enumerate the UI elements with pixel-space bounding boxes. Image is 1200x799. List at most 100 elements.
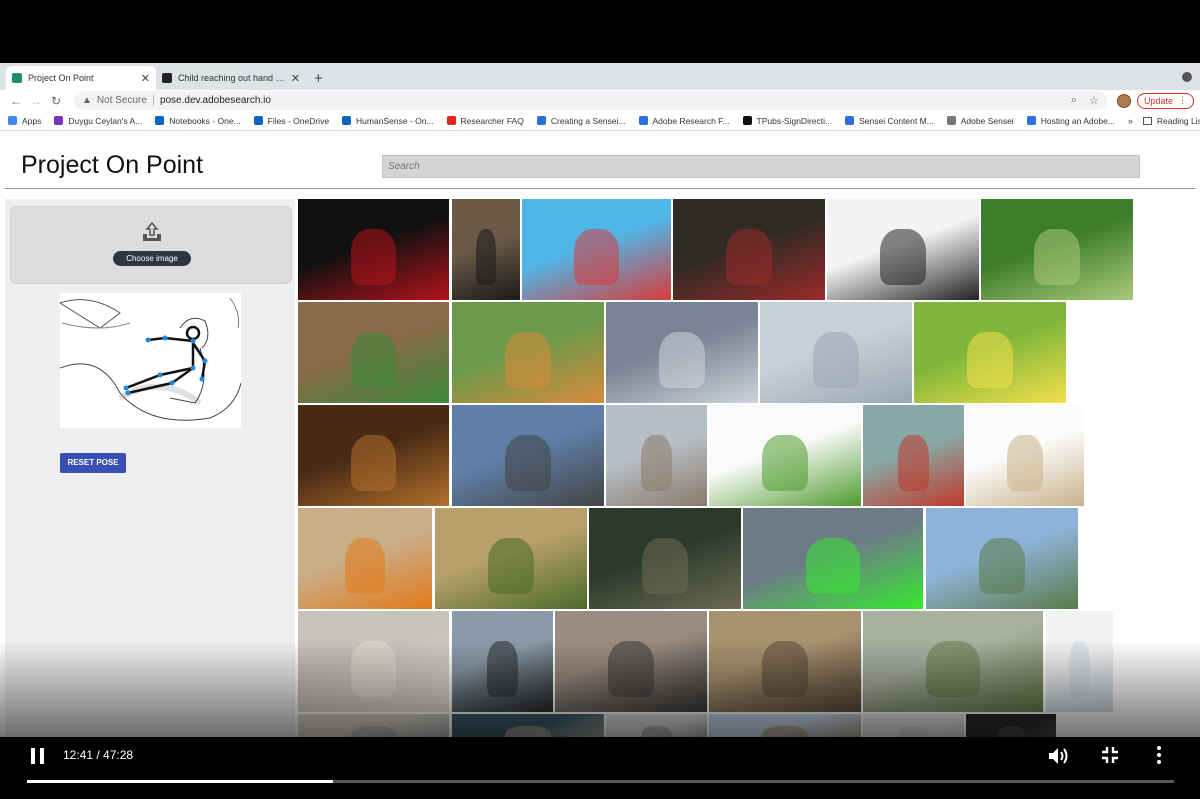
bookmark-icon — [155, 116, 165, 125]
bookmark-icon — [446, 116, 456, 125]
bookmark-star-icon[interactable]: ☆ — [1089, 94, 1099, 107]
bookmark-item[interactable]: Duygu Ceylan's A... — [54, 116, 142, 126]
bookmark-icon — [742, 116, 752, 125]
result-image[interactable] — [452, 302, 604, 403]
person-figure — [806, 538, 860, 594]
person-figure — [475, 229, 497, 285]
url-text[interactable]: pose.dev.adobesearch.io — [160, 95, 1071, 106]
forward-icon[interactable]: → — [26, 94, 46, 108]
reset-pose-button[interactable]: RESET POSE — [60, 453, 126, 473]
back-icon[interactable]: ← — [6, 94, 26, 108]
bookmarks-overflow-icon[interactable]: » — [1128, 116, 1133, 126]
result-image[interactable] — [827, 199, 979, 300]
bookmark-item[interactable]: Researcher FAQ — [446, 116, 524, 126]
bookmark-item[interactable]: Apps — [8, 116, 41, 126]
tab-project-on-point[interactable]: Project On Point ✕ — [6, 66, 156, 90]
bookmark-label: Notebooks - One... — [169, 115, 241, 126]
bookmark-item[interactable]: HumanSense - On... — [342, 116, 434, 126]
result-image[interactable] — [522, 199, 671, 300]
person-figure — [350, 229, 397, 285]
result-image[interactable] — [298, 405, 449, 506]
person-figure — [488, 538, 534, 594]
video-player[interactable]: Project On Point ✕ Child reaching out ha… — [0, 0, 1200, 799]
bookmark-item[interactable]: Adobe Research F... — [638, 116, 730, 126]
close-tab-icon[interactable]: ✕ — [141, 72, 150, 85]
result-image[interactable] — [709, 405, 861, 506]
bookmarks-bar: Apps Duygu Ceylan's A... Notebooks - One..… — [0, 111, 1200, 131]
omnibox[interactable]: ▲ Not Secure pose.dev.adobesearch.io ⌕ ☆ — [74, 91, 1107, 110]
profile-avatar[interactable] — [1116, 93, 1131, 108]
reading-list-button[interactable]: Reading List — [1142, 115, 1200, 126]
volume-icon[interactable] — [1047, 745, 1071, 767]
update-label: Update — [1143, 95, 1173, 106]
pose-sketch-canvas[interactable] — [58, 293, 242, 428]
bookmark-item[interactable]: Notebooks - One... — [155, 115, 241, 126]
security-label: Not Secure — [97, 95, 154, 106]
tab-title: Project On Point — [28, 73, 94, 83]
result-image[interactable] — [966, 405, 1084, 506]
bookmark-item[interactable]: Adobe Sensei — [946, 116, 1014, 126]
result-image[interactable] — [760, 302, 912, 403]
result-image[interactable] — [743, 508, 923, 609]
person-figure — [880, 229, 926, 285]
bookmark-item[interactable]: Creating a Sensei... — [536, 116, 626, 126]
result-image[interactable] — [452, 199, 520, 300]
zoom-icon[interactable]: ⌕ — [1071, 94, 1077, 107]
person-figure — [344, 538, 386, 594]
result-image[interactable] — [606, 302, 758, 403]
result-image[interactable] — [298, 508, 432, 609]
result-image[interactable] — [914, 302, 1066, 403]
new-tab-icon[interactable]: + — [314, 70, 323, 87]
result-image[interactable] — [589, 508, 741, 609]
update-button[interactable]: Update ⋮ — [1136, 92, 1194, 109]
tab-search-icon[interactable] — [1182, 72, 1192, 82]
bookmark-icon — [638, 116, 648, 125]
image-upload-area[interactable]: Choose image — [10, 206, 292, 284]
bookmark-icon — [54, 116, 64, 125]
bookmark-item[interactable]: Files - OneDrive — [253, 116, 329, 126]
tab-title: Child reaching out hand stock — [178, 73, 287, 83]
pose-sketch-drawing — [58, 297, 242, 421]
person-figure — [1007, 435, 1043, 491]
site-header: Project On Point — [5, 131, 1195, 189]
bookmark-icon — [845, 116, 855, 125]
person-figure — [979, 538, 1025, 594]
reload-icon[interactable]: ↻ — [46, 94, 66, 108]
warning-icon: ▲ — [82, 95, 92, 106]
result-image[interactable] — [673, 199, 825, 300]
person-figure — [574, 229, 619, 285]
result-image[interactable] — [926, 508, 1078, 609]
tab-stock-image[interactable]: Child reaching out hand stock ✕ — [156, 66, 306, 90]
bookmark-label: Apps — [22, 115, 42, 126]
more-options-icon[interactable] — [1157, 746, 1163, 767]
bookmark-item[interactable]: Sensei Content M... — [845, 116, 934, 126]
exit-fullscreen-icon[interactable] — [1101, 746, 1119, 764]
close-tab-icon[interactable]: ✕ — [291, 72, 300, 85]
search-input[interactable] — [382, 155, 1140, 178]
person-figure — [350, 332, 397, 388]
video-progress-fill — [27, 780, 334, 783]
person-figure — [726, 229, 772, 285]
pause-button[interactable] — [31, 748, 45, 764]
result-image[interactable] — [298, 302, 449, 403]
result-image[interactable] — [298, 199, 449, 300]
reading-list-label: Reading List — [1156, 115, 1200, 126]
result-image[interactable] — [863, 405, 964, 506]
bookmark-item[interactable]: TPubs-SignDirecti... — [742, 115, 833, 126]
choose-image-button[interactable]: Choose image — [113, 251, 191, 266]
bookmark-icon — [253, 116, 263, 125]
stock-favicon-icon — [162, 73, 172, 83]
bookmark-icon — [342, 116, 352, 125]
result-image[interactable] — [435, 508, 587, 609]
bookmark-icon — [946, 116, 956, 125]
person-figure — [762, 435, 808, 491]
person-figure — [659, 332, 705, 388]
result-image[interactable] — [452, 405, 604, 506]
video-progress-bar[interactable] — [27, 780, 1174, 783]
result-image[interactable] — [606, 405, 707, 506]
video-overlay-gradient — [0, 640, 1200, 737]
bookmark-label: TPubs-SignDirecti... — [756, 115, 833, 126]
result-image[interactable] — [981, 199, 1133, 300]
person-figure — [505, 435, 551, 491]
bookmark-item[interactable]: Hosting an Adobe... — [1026, 116, 1115, 126]
